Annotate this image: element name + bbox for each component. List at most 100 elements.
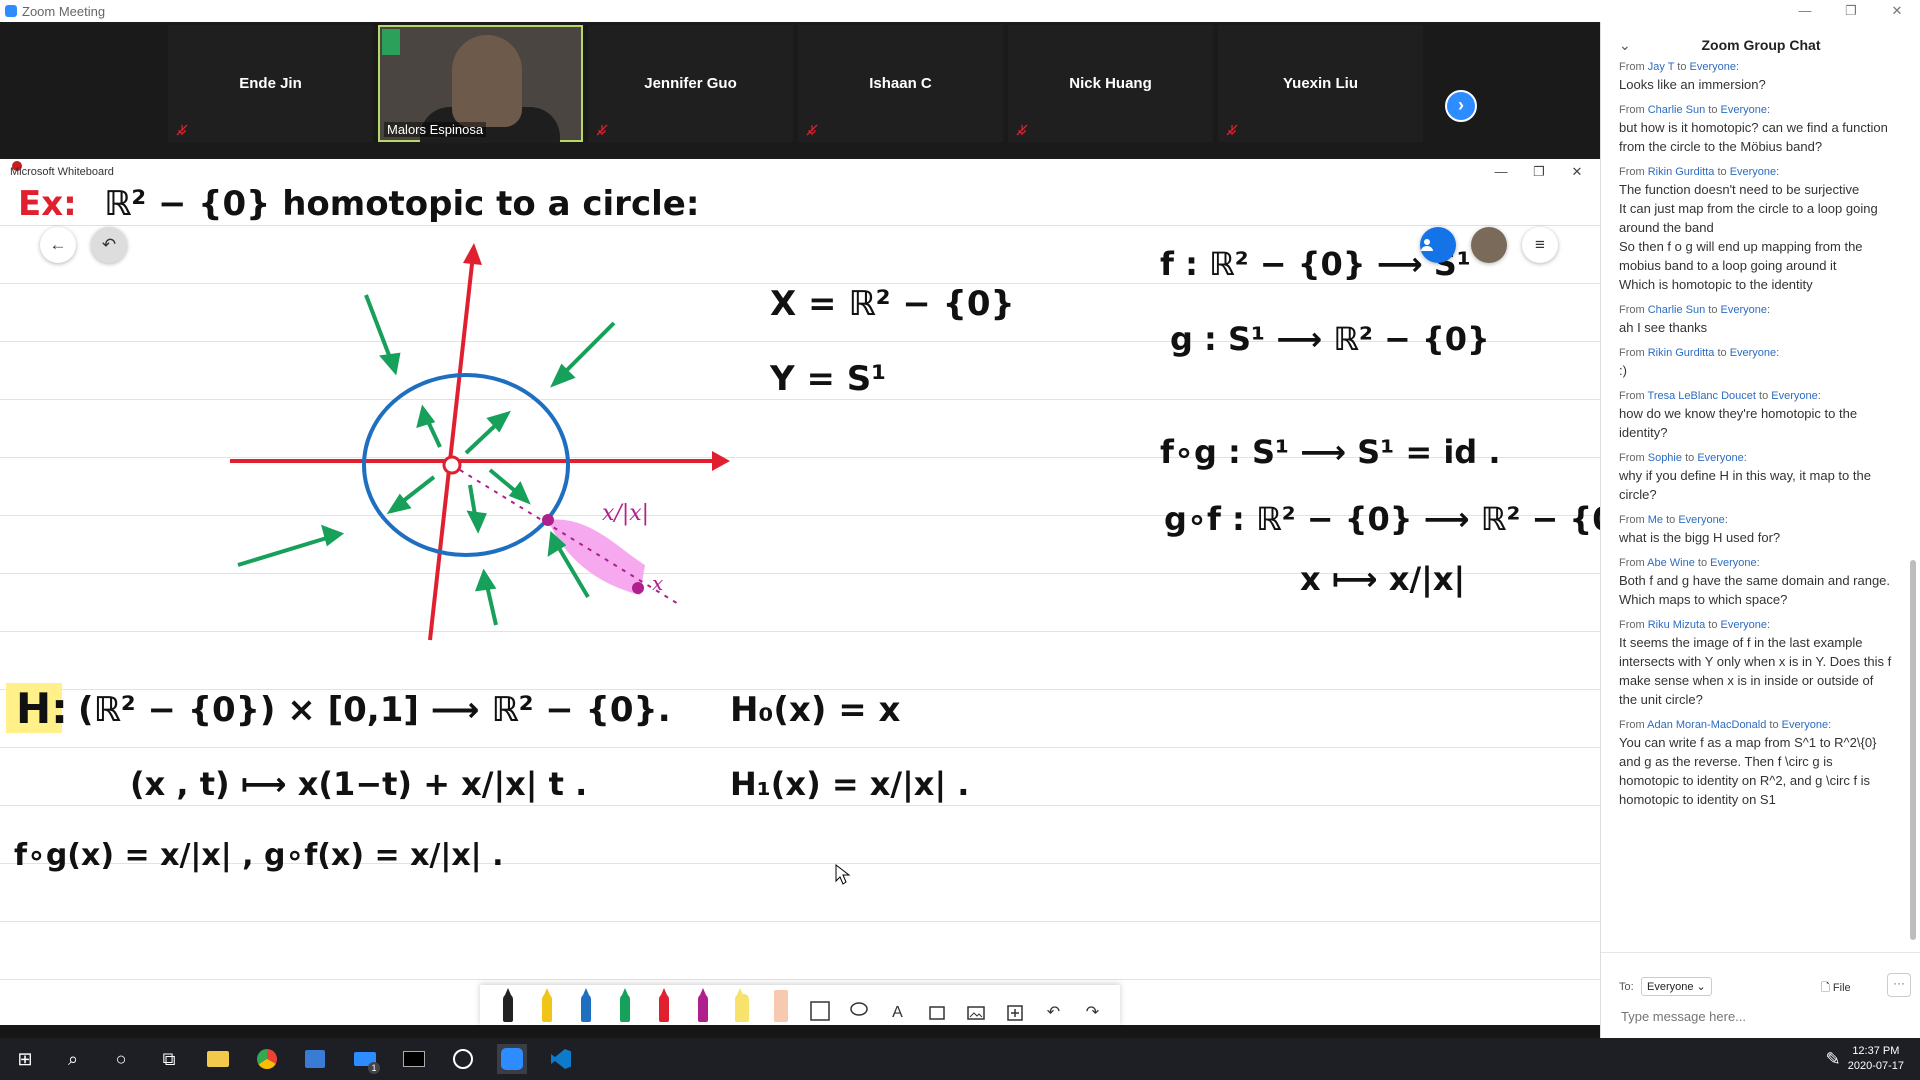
chat-message: From Charlie Sun to Everyone: but how is … xyxy=(1601,103,1906,156)
message-sender[interactable]: Tresa LeBlanc Doucet xyxy=(1648,390,1756,402)
message-input[interactable] xyxy=(1619,1008,1903,1025)
message-sender[interactable]: Charlie Sun xyxy=(1648,104,1705,116)
message-sender[interactable]: Adan Moran-MacDonald xyxy=(1647,719,1766,731)
undo-tool[interactable]: ↶ xyxy=(1039,988,1069,1022)
next-participants-button[interactable]: › xyxy=(1445,90,1477,122)
message-target: Everyone xyxy=(1729,347,1777,359)
whiteboard-minimize-button[interactable]: — xyxy=(1482,159,1520,185)
whiteboard-canvas[interactable]: x/|x| x Ex: ℝ² − {0} homotopic to a circ… xyxy=(0,185,1600,1025)
hw-h-map: (x , t) ⟼ x(1−t) + x/|x| t . xyxy=(130,765,587,804)
message-header: From Sophie to Everyone: xyxy=(1619,452,1747,464)
back-button[interactable]: ← xyxy=(40,227,76,263)
more-options-button[interactable]: ··· xyxy=(1887,973,1911,997)
invite-button[interactable] xyxy=(1420,227,1456,263)
message-sender[interactable]: Me xyxy=(1648,514,1663,526)
participant-tile[interactable]: Yuexin Liu xyxy=(1218,25,1423,142)
participant-tile[interactable]: Ishaan C xyxy=(798,25,1003,142)
message-target: Everyone xyxy=(1720,104,1768,116)
zoom-taskbar-icon[interactable] xyxy=(497,1044,527,1074)
chat-message: From Abe Wine to Everyone: Both f and g h… xyxy=(1601,556,1906,609)
participant-tile[interactable]: Nick Huang xyxy=(1008,25,1213,142)
restore-button[interactable]: ❐ xyxy=(1828,0,1874,22)
mail-icon[interactable]: 1 xyxy=(350,1044,380,1074)
to-word: to xyxy=(1708,304,1718,316)
text-tool[interactable]: A xyxy=(883,988,913,1022)
store-icon[interactable] xyxy=(300,1044,330,1074)
file-explorer-icon[interactable] xyxy=(203,1044,233,1074)
cortana-button[interactable]: ○ xyxy=(106,1044,136,1074)
message-sender[interactable]: Rikin Gurditta xyxy=(1648,166,1715,178)
message-text: ah I see thanks xyxy=(1619,320,1708,335)
from-label: From xyxy=(1619,61,1645,73)
undo-view-button[interactable]: ↶ xyxy=(91,227,127,263)
message-sender[interactable]: Sophie xyxy=(1648,452,1682,464)
insert-tool[interactable] xyxy=(1000,988,1030,1022)
pen-black-tool[interactable] xyxy=(493,988,523,1022)
to-word: to xyxy=(1708,104,1718,116)
message-header: From Jay T to Everyone: xyxy=(1619,61,1740,73)
chrome-icon[interactable] xyxy=(252,1044,282,1074)
pen-blue-tool[interactable] xyxy=(571,988,601,1022)
participant-video-tile[interactable]: Malors Espinosa xyxy=(378,25,583,143)
taskbar-clock[interactable]: 12:37 PM 2020-07-17 xyxy=(1848,1044,1904,1074)
vscode-icon[interactable] xyxy=(546,1044,576,1074)
meeting-bottom-bar xyxy=(0,1025,1600,1038)
recipient-dropdown[interactable]: Everyone ⌄ xyxy=(1641,977,1712,996)
shape-icon xyxy=(928,1006,945,1020)
highlighter-tool[interactable] xyxy=(727,988,757,1022)
file-button[interactable]: 🗋 File xyxy=(1821,979,1851,998)
message-sender[interactable]: Charlie Sun xyxy=(1648,304,1705,316)
whiteboard-close-button[interactable]: ✕ xyxy=(1558,159,1596,185)
chat-scrollbar[interactable] xyxy=(1910,60,1916,952)
pen-red-tool[interactable] xyxy=(649,988,679,1022)
participant-name: Nick Huang xyxy=(1069,75,1152,92)
label-x-norm: x/|x| xyxy=(602,501,649,526)
scrollbar-thumb[interactable] xyxy=(1910,560,1916,940)
to-word: to xyxy=(1759,390,1769,402)
to-word: to xyxy=(1666,514,1676,526)
pen-magenta-tool[interactable] xyxy=(688,988,718,1022)
message-text: The function doesn't need to be surjecti… xyxy=(1619,182,1878,292)
participant-name: Ishaan C xyxy=(869,75,932,92)
whiteboard-restore-button[interactable]: ❐ xyxy=(1520,159,1558,185)
lasso-tool[interactable] xyxy=(844,988,874,1022)
task-view-button[interactable]: ⧉ xyxy=(154,1044,184,1074)
participant-name: Malors Espinosa xyxy=(384,122,487,137)
message-header: From Charlie Sun to Everyone: xyxy=(1619,104,1771,116)
to-word: to xyxy=(1697,557,1708,569)
to-word: to xyxy=(1769,719,1779,731)
ruler-tool[interactable] xyxy=(805,988,835,1022)
chat-message: From Rikin Gurditta to Everyone: The func… xyxy=(1601,165,1906,294)
search-button[interactable]: ⌕ xyxy=(58,1044,88,1074)
redo-tool[interactable]: ↷ xyxy=(1078,988,1108,1022)
file-label: File xyxy=(1832,982,1851,994)
message-text: It seems the image of f in the last exam… xyxy=(1619,635,1892,707)
whiteboard-toolbar: A ↶ ↷ xyxy=(480,985,1120,1025)
unknown-app-icon[interactable] xyxy=(448,1044,478,1074)
terminal-icon[interactable] xyxy=(399,1044,429,1074)
message-target: Everyone xyxy=(1678,514,1725,526)
message-sender[interactable]: Abe Wine xyxy=(1647,557,1695,569)
plus-box-icon xyxy=(1006,1005,1023,1021)
chat-messages[interactable]: From Jay T to Everyone: Looks like an imm… xyxy=(1601,60,1906,952)
message-sender[interactable]: Rikin Gurditta xyxy=(1648,347,1715,359)
image-tool[interactable] xyxy=(961,988,991,1022)
participant-tile[interactable]: Ende Jin xyxy=(168,25,373,142)
participant-name: Jennifer Guo xyxy=(644,75,737,92)
message-sender[interactable]: Riku Mizuta xyxy=(1648,619,1705,631)
whiteboard-menu-button[interactable]: ≡ xyxy=(1522,227,1558,263)
participant-tile[interactable]: Jennifer Guo xyxy=(588,25,793,142)
shape-tool[interactable] xyxy=(922,988,952,1022)
muted-mic-icon xyxy=(806,124,818,136)
to-label: To: xyxy=(1619,981,1634,993)
start-button[interactable]: ⊞ xyxy=(10,1044,40,1074)
message-sender[interactable]: Jay T xyxy=(1648,61,1675,73)
close-button[interactable]: ✕ xyxy=(1874,0,1920,22)
pen-yellow-tool[interactable] xyxy=(532,988,562,1022)
pen-green-tool[interactable] xyxy=(610,988,640,1022)
pen-workspace-icon[interactable]: ✎ xyxy=(1818,1044,1848,1074)
user-avatar[interactable] xyxy=(1471,227,1507,263)
eraser-tool[interactable] xyxy=(766,988,796,1022)
minimize-button[interactable]: — xyxy=(1782,0,1828,22)
hw-x-def: X = ℝ² − {0} xyxy=(770,284,1015,324)
